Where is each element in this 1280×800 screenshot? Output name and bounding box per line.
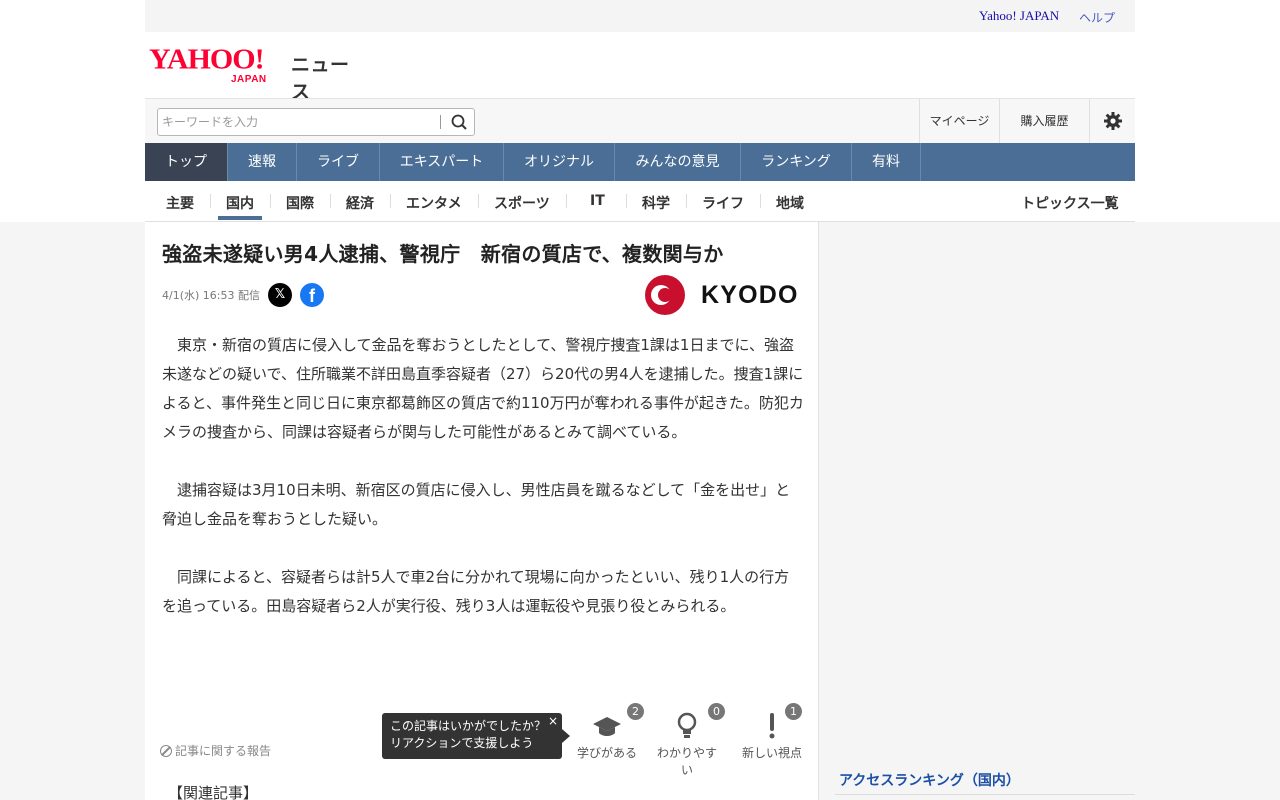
category-divider [210, 194, 211, 208]
yahoo-news-logo[interactable]: YAHOO! JAPAN ニュース [149, 43, 364, 103]
search-bar-row: マイページ 購入履歴 [145, 98, 1135, 144]
category-domestic[interactable]: 国内 [226, 193, 254, 213]
reaction-new-perspective-button[interactable]: 1 新しい視点 [737, 703, 807, 763]
nav-original[interactable]: オリジナル [504, 143, 615, 181]
category-sports[interactable]: スポーツ [494, 193, 550, 213]
category-divider [760, 194, 761, 208]
category-main[interactable]: 主要 [166, 193, 194, 213]
prohibited-icon [160, 745, 172, 757]
article-paragraph: 東京・新宿の質店に侵入して金品を奪おうとしたとして、警視庁捜査1課は1日までに、… [162, 336, 804, 441]
lightbulb-icon [677, 712, 697, 738]
category-divider [330, 194, 331, 208]
search-box [157, 108, 475, 136]
reaction-label: わかりやすい [656, 746, 717, 777]
graduation-cap-icon [593, 717, 621, 736]
category-science[interactable]: 科学 [642, 193, 670, 213]
nav-breaking[interactable]: 速報 [228, 143, 297, 181]
search-divider [440, 115, 441, 129]
kyodo-logo[interactable]: KYODO [639, 275, 799, 315]
article-paragraph: 同課によると、容疑者らは計5人で車2台に分かれて現場に向かったといい、残り1人の… [162, 568, 790, 615]
tooltip-line-1: この記事はいかがでしたか？ [390, 719, 547, 733]
related-articles-heading: 【関連記事】 [168, 784, 259, 800]
reaction-learned-button[interactable]: 2 学びがある [572, 703, 644, 763]
help-link[interactable]: ヘルプ [1079, 9, 1115, 26]
reaction-clear-button[interactable]: 0 わかりやすい [652, 703, 725, 777]
x-share-icon[interactable]: 𝕏 [268, 283, 292, 307]
category-it[interactable]: IT [590, 193, 605, 209]
reaction-label: 学びがある [576, 746, 637, 760]
category-divider [270, 194, 271, 208]
category-divider [686, 194, 687, 208]
yahoo-japan-link[interactable]: Yahoo! JAPAN [979, 8, 1059, 24]
exclamation-icon [769, 713, 775, 739]
nav-live[interactable]: ライブ [297, 143, 380, 181]
category-entertainment[interactable]: エンタメ [406, 193, 462, 213]
report-article-link[interactable]: 記事に関する報告 [160, 742, 271, 759]
reaction-count: 2 [627, 703, 644, 720]
topics-list-link[interactable]: トピックス一覧 [1021, 193, 1119, 213]
category-divider [390, 194, 391, 208]
search-icon[interactable] [448, 112, 472, 132]
report-label: 記事に関する報告 [175, 744, 272, 758]
site-header: YAHOO! JAPAN ニュース [145, 32, 1135, 103]
reaction-count: 1 [785, 703, 802, 720]
sidebar-divider [835, 794, 1135, 795]
article: 強盗未遂疑い男4人逮捕、警視庁 新宿の質店で、複数関与か 4/1(水) 16:5… [145, 222, 819, 800]
article-headline: 強盗未遂疑い男4人逮捕、警視庁 新宿の質店で、複数関与か [162, 242, 724, 266]
category-region[interactable]: 地域 [776, 193, 804, 213]
nav-top[interactable]: トップ [145, 143, 228, 181]
logo-news-text: ニュース [291, 54, 350, 103]
article-dateline: 4/1(水) 16:53 配信 [162, 289, 260, 302]
category-divider [566, 194, 567, 208]
category-economy[interactable]: 経済 [346, 193, 374, 213]
category-divider [478, 194, 479, 208]
access-ranking-heading[interactable]: アクセスランキング（国内） [839, 770, 1020, 790]
active-category-indicator [218, 216, 262, 220]
article-paragraph: 逮捕容疑は3月10日未明、新宿区の質店に侵入し、男性店員を蹴るなどして「金を出せ… [162, 481, 791, 528]
facebook-share-icon[interactable]: f [300, 283, 324, 307]
logo-japan-text: JAPAN [231, 74, 267, 85]
purchase-history-link[interactable]: 購入履歴 [999, 99, 1089, 144]
my-page-link[interactable]: マイページ [919, 99, 999, 144]
gear-icon[interactable] [1089, 99, 1135, 144]
nav-paid[interactable]: 有料 [852, 143, 921, 181]
nav-ranking[interactable]: ランキング [741, 143, 852, 181]
reaction-count: 0 [708, 703, 725, 720]
search-input[interactable] [162, 112, 432, 132]
page-wrapper: Yahoo! JAPAN ヘルプ YAHOO! JAPAN ニュース マイページ… [145, 0, 1135, 800]
category-international[interactable]: 国際 [286, 193, 314, 213]
category-divider [626, 194, 627, 208]
logo-yahoo-text: YAHOO! [149, 43, 265, 76]
kyodo-emblem-icon [645, 275, 685, 315]
reaction-prompt-tooltip: × この記事はいかがでしたか？ リアクションで支援しよう [382, 713, 570, 759]
article-body: 東京・新宿の質店に侵入して金品を奪おうとしたとして、警視庁捜査1課は1日までに、… [162, 331, 804, 650]
close-icon[interactable]: × [548, 713, 558, 730]
utility-bar: Yahoo! JAPAN ヘルプ [145, 0, 1135, 32]
reaction-label: 新しい視点 [741, 746, 802, 760]
tooltip-line-2: リアクションで支援しよう [390, 736, 534, 750]
source-name: KYODO [701, 281, 799, 309]
category-life[interactable]: ライフ [702, 193, 744, 213]
category-navigation: 主要 国内 国際 経済 エンタメ スポーツ IT 科学 ライフ 地域 トピックス… [145, 181, 1135, 222]
nav-opinions[interactable]: みんなの意見 [615, 143, 741, 181]
nav-expert[interactable]: エキスパート [380, 143, 504, 181]
main-navigation: トップ 速報 ライブ エキスパート オリジナル みんなの意見 ランキング 有料 [145, 143, 1135, 181]
